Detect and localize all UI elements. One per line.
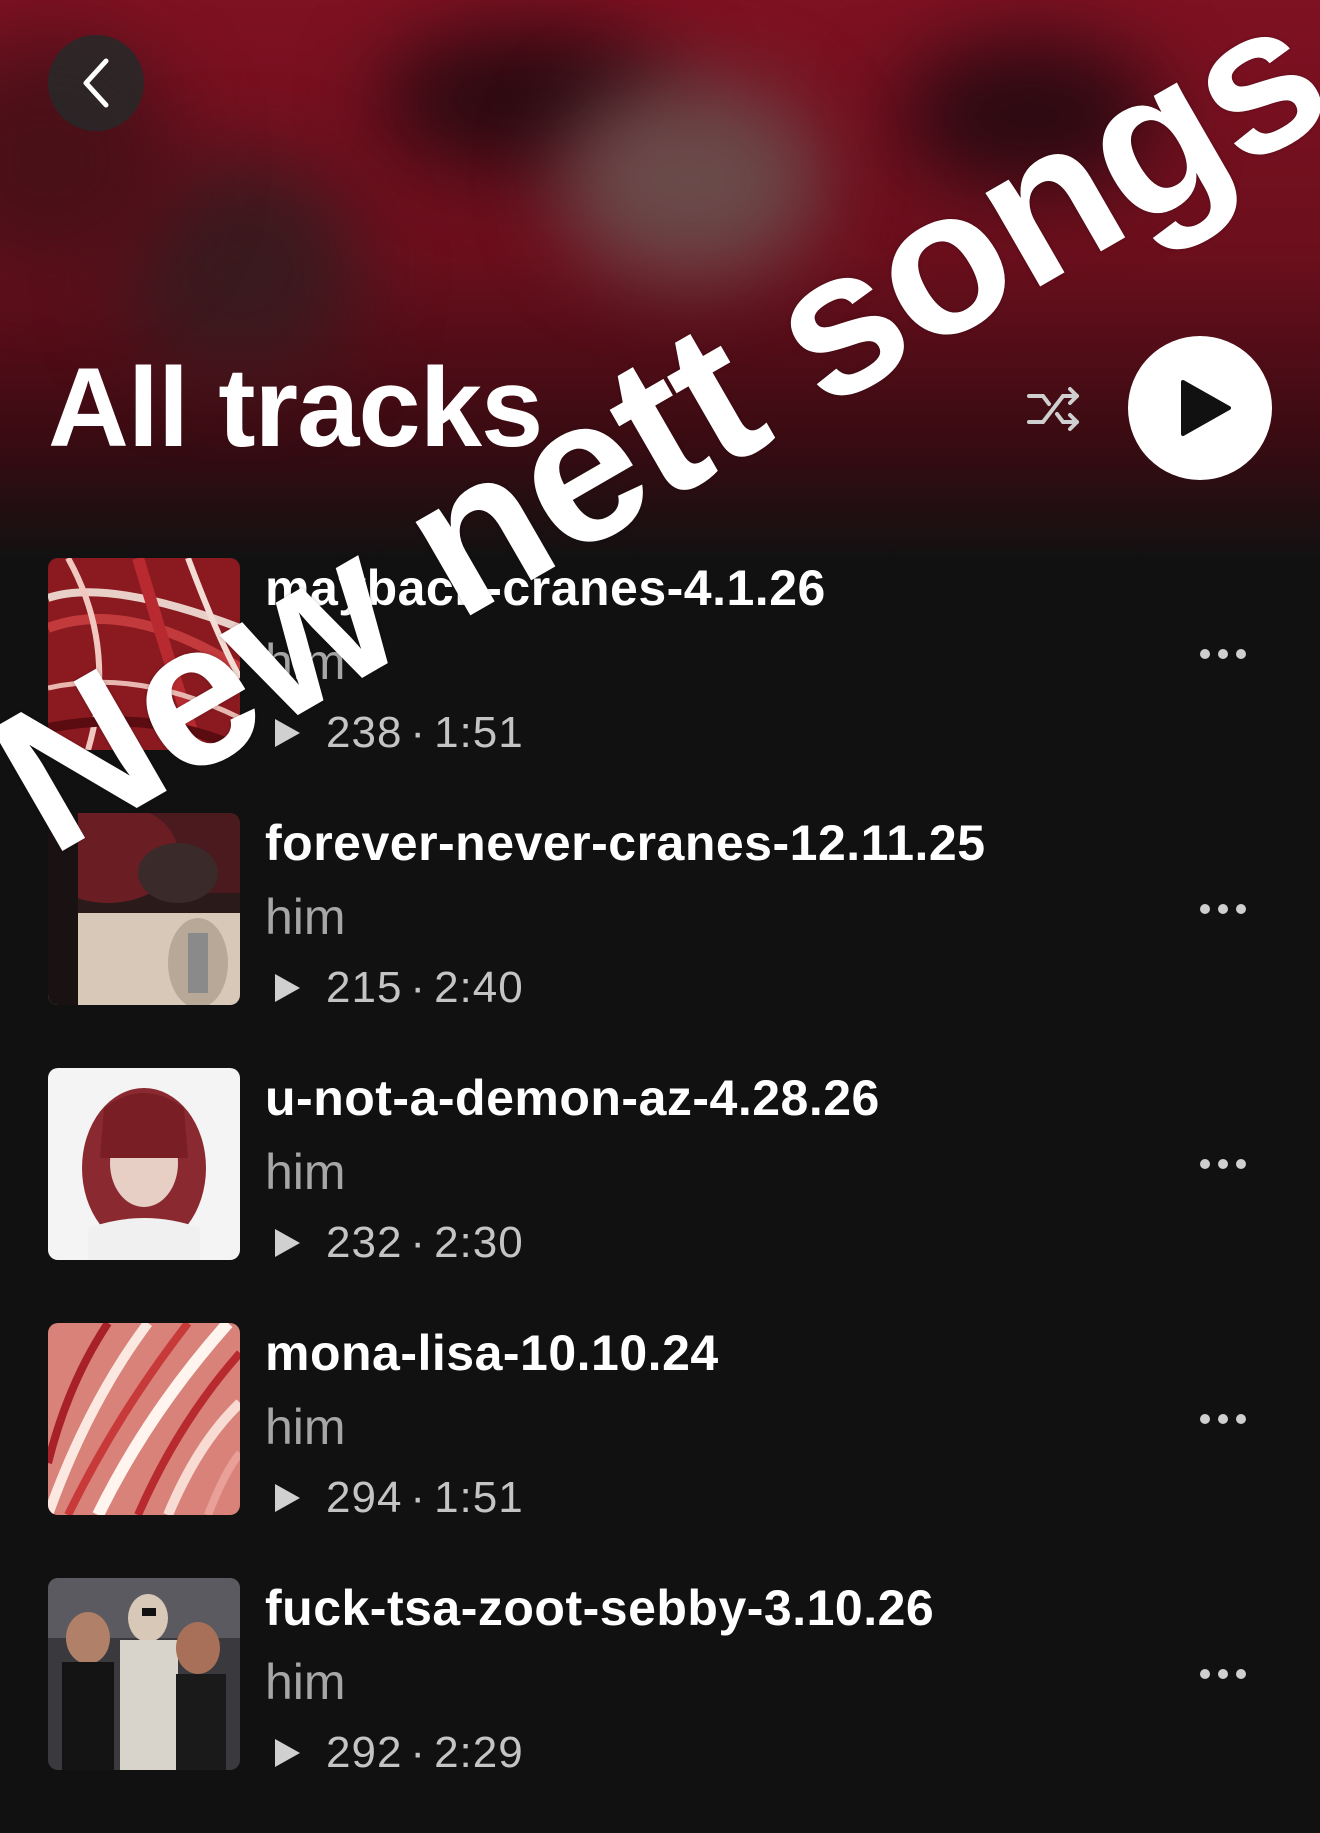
blurred-shape bbox=[900, 40, 1160, 190]
shuffle-button[interactable] bbox=[1020, 375, 1090, 445]
play-count-icon bbox=[272, 1481, 302, 1515]
track-row[interactable]: fuck-tsa-zoot-sebby-3.10.26 him 292 · 2:… bbox=[0, 1578, 1320, 1833]
track-duration: 1:51 bbox=[434, 708, 524, 757]
track-stats: 292 · 2:29 bbox=[272, 1728, 524, 1779]
header-banner bbox=[0, 0, 1320, 560]
play-count-icon bbox=[272, 716, 302, 750]
play-count: 215 bbox=[326, 963, 403, 1012]
track-stats: 232 · 2:30 bbox=[272, 1218, 524, 1269]
more-horizontal-icon bbox=[1199, 1413, 1247, 1425]
track-title: mona-lisa-10.10.24 bbox=[265, 1325, 719, 1381]
back-button[interactable] bbox=[48, 35, 144, 131]
play-count: 294 bbox=[326, 1473, 403, 1522]
track-cover bbox=[48, 1578, 240, 1770]
track-list: maybach-cranes-4.1.26 him 238 · 1:51 for… bbox=[0, 558, 1320, 1833]
play-count-icon bbox=[272, 1226, 302, 1260]
track-row[interactable]: mona-lisa-10.10.24 him 294 · 1:51 bbox=[0, 1323, 1320, 1578]
track-duration: 2:30 bbox=[434, 1218, 524, 1267]
track-artist: him bbox=[265, 1654, 346, 1710]
separator: · bbox=[410, 1728, 427, 1777]
page-title: All tracks bbox=[48, 345, 543, 470]
play-count: 292 bbox=[326, 1728, 403, 1777]
more-options-button[interactable] bbox=[1190, 1134, 1256, 1194]
track-cover bbox=[48, 1323, 240, 1515]
track-row[interactable]: maybach-cranes-4.1.26 him 238 · 1:51 bbox=[0, 558, 1320, 813]
track-stats: 294 · 1:51 bbox=[272, 1473, 524, 1524]
track-cover bbox=[48, 1068, 240, 1260]
more-options-button[interactable] bbox=[1190, 1644, 1256, 1704]
track-artist: him bbox=[265, 1399, 346, 1455]
separator: · bbox=[410, 1218, 427, 1267]
track-duration: 1:51 bbox=[434, 1473, 524, 1522]
play-count: 232 bbox=[326, 1218, 403, 1267]
chevron-left-icon bbox=[76, 57, 116, 109]
track-cover bbox=[48, 813, 240, 1005]
more-horizontal-icon bbox=[1199, 648, 1247, 660]
shuffle-icon bbox=[1025, 382, 1085, 438]
track-duration: 2:40 bbox=[434, 963, 524, 1012]
track-stats: 238 · 1:51 bbox=[272, 708, 524, 759]
more-horizontal-icon bbox=[1199, 1668, 1247, 1680]
play-all-button[interactable] bbox=[1128, 336, 1272, 480]
track-artist: him bbox=[265, 634, 346, 690]
play-count-icon bbox=[272, 971, 302, 1005]
separator: · bbox=[410, 1473, 427, 1522]
play-icon bbox=[1179, 379, 1231, 437]
more-options-button[interactable] bbox=[1190, 1389, 1256, 1449]
track-title: u-not-a-demon-az-4.28.26 bbox=[265, 1070, 880, 1126]
track-stats: 215 · 2:40 bbox=[272, 963, 524, 1014]
track-duration: 2:29 bbox=[434, 1728, 524, 1777]
track-row[interactable]: u-not-a-demon-az-4.28.26 him 232 · 2:30 bbox=[0, 1068, 1320, 1323]
separator: · bbox=[410, 963, 427, 1012]
track-title: fuck-tsa-zoot-sebby-3.10.26 bbox=[265, 1580, 935, 1636]
track-artist: him bbox=[265, 1144, 346, 1200]
track-row[interactable]: forever-never-cranes-12.11.25 him 215 · … bbox=[0, 813, 1320, 1068]
separator: · bbox=[410, 708, 427, 757]
more-horizontal-icon bbox=[1199, 903, 1247, 915]
play-count-icon bbox=[272, 1736, 302, 1770]
blurred-shape bbox=[560, 80, 820, 280]
track-cover bbox=[48, 558, 240, 750]
track-title: forever-never-cranes-12.11.25 bbox=[265, 815, 986, 871]
play-count: 238 bbox=[326, 708, 403, 757]
track-artist: him bbox=[265, 889, 346, 945]
more-options-button[interactable] bbox=[1190, 624, 1256, 684]
more-horizontal-icon bbox=[1199, 1158, 1247, 1170]
track-title: maybach-cranes-4.1.26 bbox=[265, 560, 826, 616]
more-options-button[interactable] bbox=[1190, 879, 1256, 939]
